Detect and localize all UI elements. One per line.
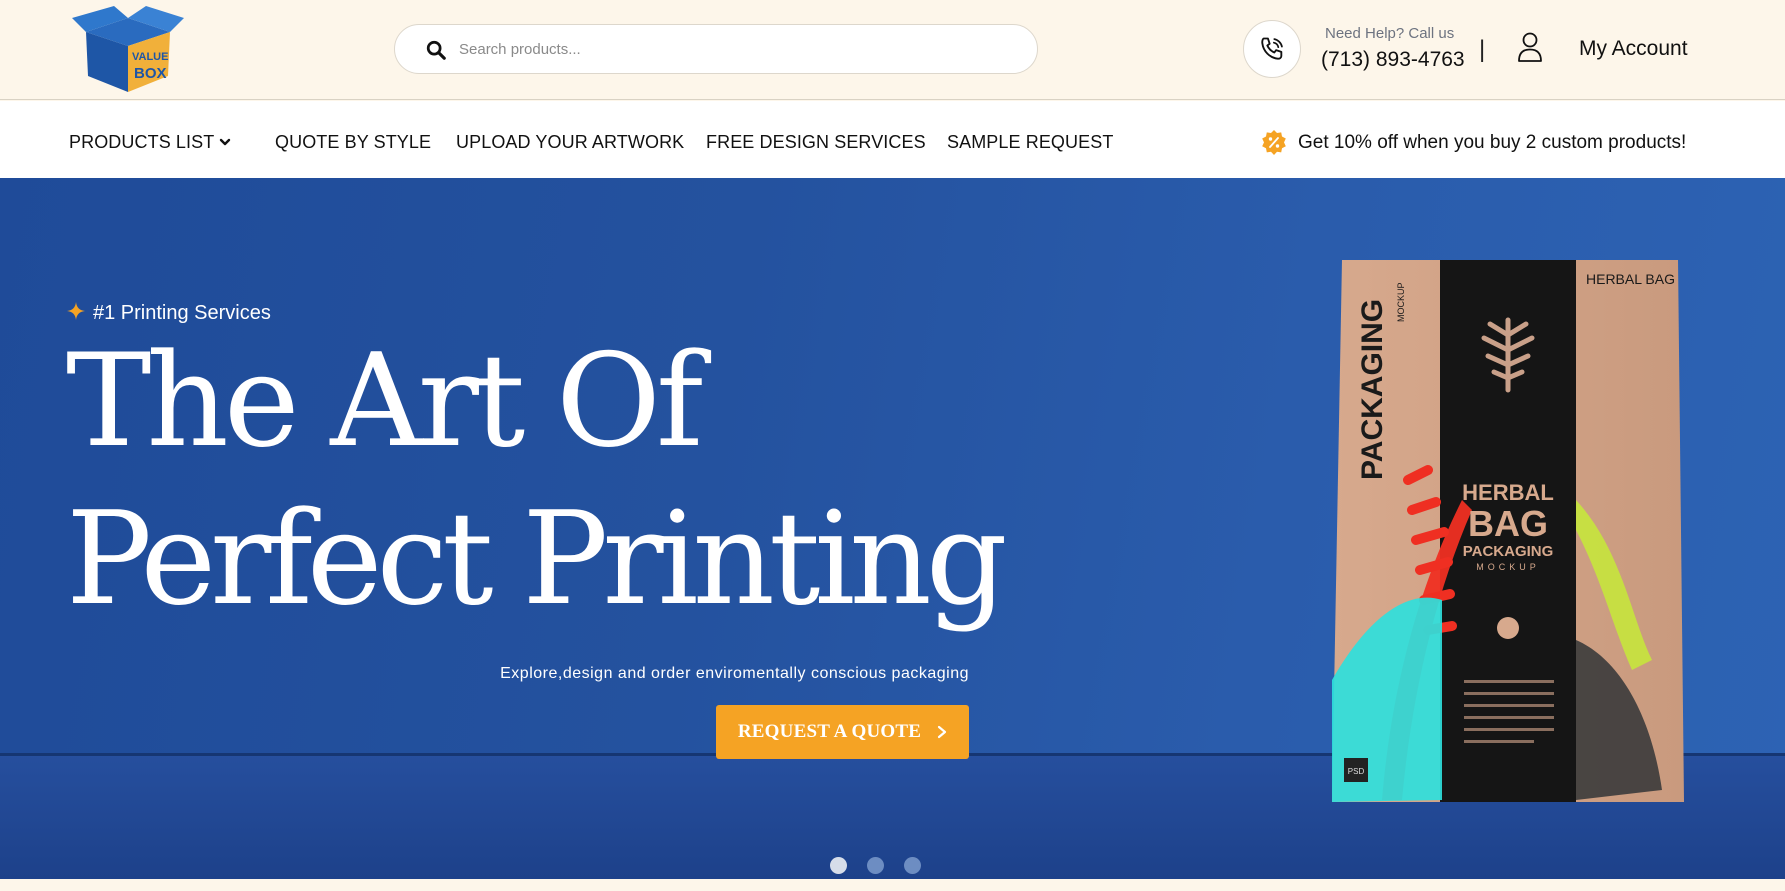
herbal-bag-mockup-image: PACKAGING MOCKUP HERBAL BAG HERBAL BAG P… [1332,260,1684,802]
request-quote-button[interactable]: REQUEST A QUOTE [716,705,969,759]
search-input[interactable] [459,25,1019,73]
bag-side-subtitle: MOCKUP [1396,282,1406,322]
nav-upload-artwork[interactable]: UPLOAD YOUR ARTWORK [456,132,684,153]
hero-eyebrow: #1 Printing Services [93,302,271,324]
hero-title-line-2: Perfect Printing [66,485,1008,634]
bag-center-2: BAG [1468,503,1548,544]
bag-center-3: PACKAGING [1463,543,1554,560]
help-label: Need Help? Call us [1325,25,1455,42]
search-bar[interactable] [394,24,1038,74]
bag-psd-badge: PSD [1348,767,1365,776]
logo-text-box: BOX [134,65,167,82]
search-icon[interactable] [425,39,447,61]
hero-subtitle: Explore,design and order enviromentally … [500,665,969,682]
bottom-strip [0,879,1785,891]
top-bar: VALUE BOX Need Help? Call us (713) 893-4… [0,0,1785,100]
hero-title-line-1: The Art Of [66,327,703,476]
hero-banner: #1 Printing Services The Art Of Perfect … [0,178,1785,879]
bag-top-right-label: HERBAL BAG [1586,271,1675,287]
sparkle-icon [67,302,85,320]
nav-products-list[interactable]: PRODUCTS LIST [69,132,214,153]
carousel-dot-3[interactable] [904,857,921,874]
nav-sample-request[interactable]: SAMPLE REQUEST [947,132,1113,153]
phone-button[interactable] [1243,20,1301,78]
chevron-down-icon[interactable] [219,137,231,147]
carousel-dot-1[interactable] [830,857,847,874]
promo-text: Get 10% off when you buy 2 custom produc… [1298,132,1687,153]
value-box-logo[interactable]: VALUE BOX [70,6,186,94]
phone-number[interactable]: (713) 893-4763 [1321,48,1465,72]
discount-badge-icon [1262,130,1286,155]
chevron-right-icon [938,725,947,739]
bag-side-title: PACKAGING [1356,299,1389,480]
user-icon[interactable] [1517,31,1543,63]
carousel-dot-2[interactable] [867,857,884,874]
phone-icon [1261,37,1283,60]
logo-text-value: VALUE [132,51,168,63]
bag-center-4: MOCKUP [1476,562,1540,572]
bag-center-1: HERBAL [1462,480,1554,505]
header-divider: | [1479,36,1486,63]
request-quote-label: REQUEST A QUOTE [737,721,922,742]
nav-quote-by-style[interactable]: QUOTE BY STYLE [275,132,431,153]
my-account-link[interactable]: My Account [1579,37,1688,61]
nav-free-design-services[interactable]: FREE DESIGN SERVICES [706,132,926,153]
